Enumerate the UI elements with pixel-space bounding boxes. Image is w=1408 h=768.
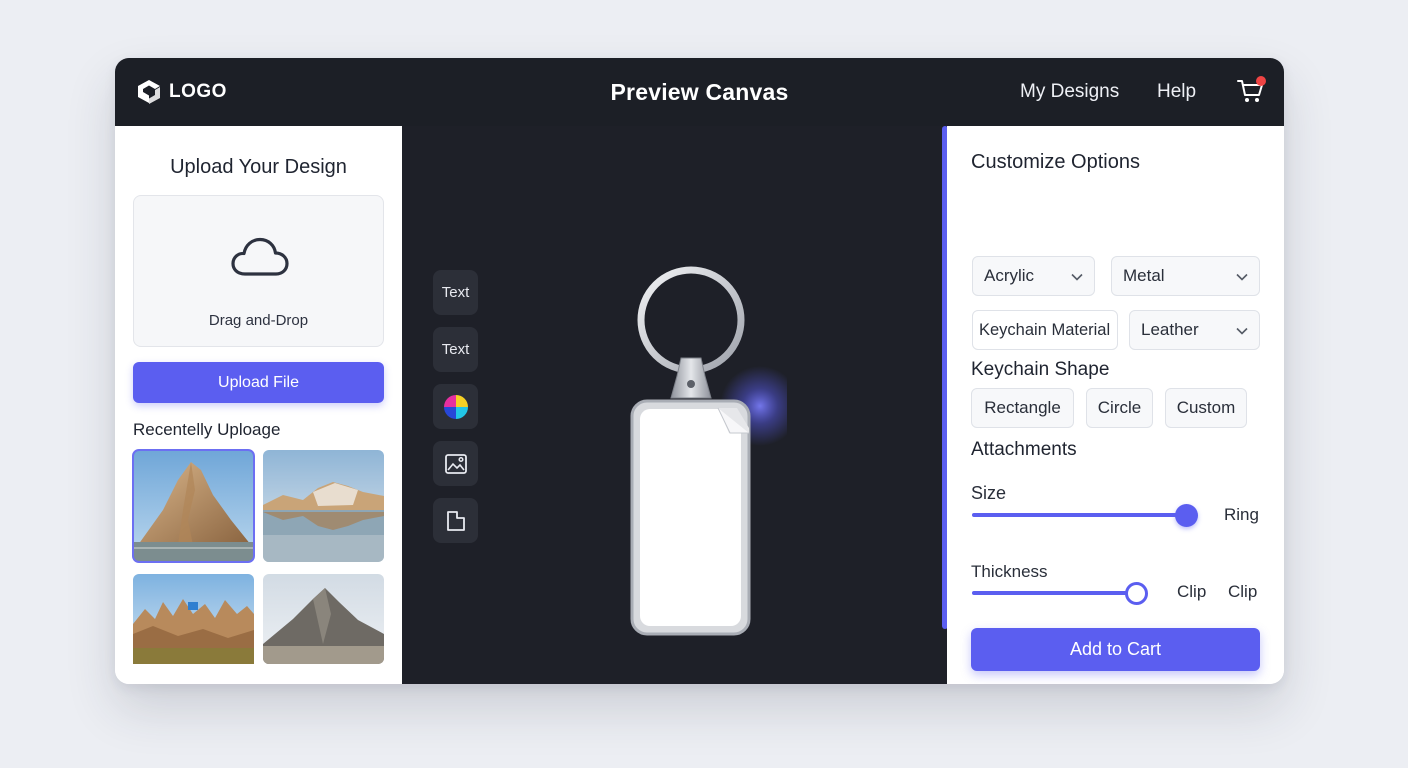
material-select[interactable]: Acrylic [972, 256, 1095, 296]
upload-file-button[interactable]: Upload File [133, 362, 384, 403]
text-tool-button[interactable]: Text [433, 270, 478, 315]
finish-select-value: Metal [1123, 266, 1165, 285]
recent-uploads-label: Recentelly Uploage [133, 420, 281, 439]
preview-canvas[interactable]: Text Text [402, 126, 1030, 684]
shape-custom-button[interactable]: Custom [1165, 388, 1247, 428]
shape-circle-button[interactable]: Circle [1086, 388, 1153, 428]
shape-icon [446, 510, 465, 531]
size-value-label: Ring [1224, 505, 1259, 524]
keychain-preview[interactable] [597, 256, 787, 646]
recent-thumbnail[interactable] [133, 574, 254, 684]
shape-rectangle-button[interactable]: Rectangle [971, 388, 1074, 428]
upload-title: Upload Your Design [170, 156, 347, 178]
size-slider-thumb[interactable] [1175, 504, 1198, 527]
chevron-down-icon [1236, 327, 1248, 335]
size-label: Size [971, 483, 1007, 503]
recent-thumbnail[interactable] [132, 449, 255, 563]
nav-my-designs[interactable]: My Designs [1020, 81, 1119, 103]
thickness-value-label: Clip [1177, 582, 1207, 601]
attachments-title: Attachments [971, 439, 1077, 460]
color-wheel-icon [443, 394, 468, 419]
add-to-cart-button[interactable]: Add to Cart [971, 628, 1260, 671]
app-window: LOGO Preview Canvas My Designs Help Uplo… [115, 58, 1284, 684]
cloud-icon [231, 237, 289, 276]
chevron-down-icon [1236, 273, 1248, 281]
size-slider-track[interactable] [972, 513, 1187, 517]
recent-thumbnail[interactable] [263, 450, 384, 562]
nav-help[interactable]: Help [1157, 81, 1196, 103]
thickness-label: Thickness [971, 562, 1048, 581]
dropzone-text: Drag and-Drop [208, 312, 309, 329]
keychain-shape-title: Keychain Shape [971, 359, 1110, 380]
customize-panel: Customize Options Acrylic Metal Keychain… [947, 126, 1284, 684]
cart-button[interactable] [1236, 76, 1266, 106]
top-header: LOGO Preview Canvas My Designs Help [115, 58, 1284, 126]
material-select-value: Acrylic [984, 266, 1035, 285]
upload-panel: Upload Your Design Drag and-Drop Upload … [115, 126, 402, 684]
keychain-material-value: Leather [1141, 320, 1199, 339]
drop-zone[interactable]: Drag and-Drop [133, 195, 384, 347]
thickness-slider-track[interactable] [972, 591, 1137, 595]
text-tool-button[interactable]: Text [433, 327, 478, 372]
thickness-value-label: Clip [1228, 582, 1258, 601]
thickness-slider-thumb[interactable] [1125, 582, 1148, 605]
finish-select[interactable]: Metal [1111, 256, 1260, 296]
keychain-material-label: Keychain Material [972, 310, 1118, 350]
customize-title: Customize Options [971, 151, 1140, 173]
image-icon [444, 453, 467, 474]
image-tool-button[interactable] [433, 441, 478, 486]
recent-thumbnail[interactable] [263, 574, 384, 664]
cart-badge [1256, 76, 1266, 86]
color-tool-button[interactable] [433, 384, 478, 429]
chevron-down-icon [1071, 273, 1083, 281]
shape-tool-button[interactable] [433, 498, 478, 543]
keychain-material-select[interactable]: Leather [1129, 310, 1260, 350]
